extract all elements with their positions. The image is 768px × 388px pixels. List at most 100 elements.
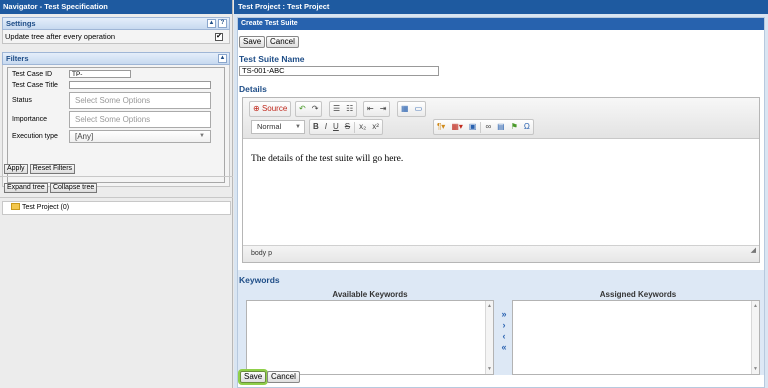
anchor-icon[interactable]: ⚑ [508, 120, 521, 134]
execution-type-label: Execution type [12, 133, 58, 140]
navigator-title: Navigator - Test Specification [0, 0, 232, 14]
indent-group: ⇤ ⇥ [363, 101, 391, 117]
status-multiselect[interactable]: Select Some Options [69, 92, 211, 109]
scroll-down-icon[interactable]: ▼ [753, 366, 758, 372]
create-test-suite-panel: Create Test Suite Save Cancel Test Suite… [237, 17, 765, 388]
keywords-section: Keywords Available Keywords Assigned Key… [238, 270, 764, 375]
work-title: Test Project : Test Project [234, 0, 768, 14]
editor-path[interactable]: body p [251, 250, 272, 257]
source-button[interactable]: ⊕ Source [250, 102, 290, 116]
maximize-icon[interactable]: ▭ [412, 102, 426, 116]
subscript-icon[interactable]: x₂ [356, 120, 369, 134]
importance-label: Importance [12, 116, 48, 123]
expand-tree-button[interactable]: Expand tree [4, 183, 48, 193]
strikethrough-icon[interactable]: S [342, 120, 353, 134]
source-group: ⊕ Source [249, 101, 292, 117]
cancel-button-top[interactable]: Cancel [266, 36, 299, 48]
unlink-icon[interactable]: ▤ [494, 120, 508, 134]
editor-content[interactable]: The details of the test suite will go he… [251, 154, 403, 164]
available-keywords-title: Available Keywords [332, 290, 408, 299]
test-case-title-input[interactable] [69, 81, 211, 89]
underline-icon[interactable]: U [330, 120, 342, 134]
table-icon[interactable]: ▦ [398, 102, 412, 116]
divider [0, 176, 233, 177]
work-pane: Test Project : Test Project Create Test … [234, 0, 768, 388]
chevron-down-icon: ▼ [199, 133, 205, 139]
text-color-icon[interactable]: ¶▾ [434, 120, 448, 134]
remove-all-icon[interactable]: « [499, 343, 509, 352]
assigned-keywords-title: Assigned Keywords [599, 290, 677, 299]
cancel-button-bottom[interactable]: Cancel [267, 371, 300, 383]
insert-group: ¶▾ ▦▾ ▣ ∞ ▤ ⚑ Ω [433, 119, 534, 135]
redo-icon[interactable]: ↷ [309, 102, 322, 116]
table-insert-icon[interactable]: ▦▾ [448, 120, 466, 134]
undo-icon[interactable]: ↶ [296, 102, 309, 116]
numbered-list-icon[interactable]: ☰ [330, 102, 343, 116]
test-spec-tree: Test Project (0) [2, 201, 231, 215]
resize-handle-icon[interactable]: ◢ [751, 243, 756, 259]
link-icon[interactable]: ∞ [482, 120, 494, 134]
assigned-keywords-list[interactable]: ▲ ▼ [512, 300, 760, 375]
outdent-icon[interactable]: ⇤ [364, 102, 377, 116]
format-value: Normal [257, 122, 282, 131]
collapse-tree-button[interactable]: Collapse tree [49, 183, 98, 193]
bulleted-list-icon[interactable]: ☷ [343, 102, 356, 116]
editor-path-bar: body p ◢ [243, 245, 759, 262]
indent-icon[interactable]: ⇥ [377, 102, 390, 116]
chevron-down-icon: ▼ [295, 124, 301, 130]
separator [354, 121, 356, 133]
italic-icon[interactable]: I [322, 120, 330, 134]
test-case-id-label: Test Case ID [12, 71, 53, 78]
special-char-icon[interactable]: Ω [521, 120, 533, 134]
list-group: ☰ ☷ [329, 101, 358, 117]
keywords-label: Keywords [239, 275, 280, 285]
status-label: Status [12, 97, 32, 104]
settings-collapse-icon[interactable]: ▲ [207, 19, 216, 28]
importance-multiselect[interactable]: Select Some Options [69, 111, 211, 128]
style-group: B I U S x₂ x² [309, 119, 383, 135]
divider [0, 197, 233, 198]
update-tree-label: Update tree after every operation [5, 32, 116, 41]
test-case-title-label: Test Case Title [12, 82, 58, 89]
execution-type-select[interactable]: [Any] ▼ [69, 130, 211, 143]
update-tree-checkbox[interactable]: ✔ [215, 33, 223, 41]
available-keywords-list[interactable]: ▲ ▼ [246, 300, 494, 375]
settings-help-icon[interactable]: ? [218, 19, 227, 28]
reset-filters-button[interactable]: Reset Filters [29, 164, 76, 174]
bold-icon[interactable]: B [310, 120, 322, 134]
scrollbar[interactable]: ▲ ▼ [751, 301, 759, 374]
details-editor[interactable]: ⊕ Source ↶ ↷ ☰ ☷ ⇤ ⇥ ▦ ▭ Normal ▼ B I U … [242, 97, 760, 263]
test-suite-name-input[interactable]: TS-001-ABC [239, 66, 439, 76]
scroll-up-icon[interactable]: ▲ [753, 303, 758, 309]
update-tree-setting: Update tree after every operation ✔ [3, 31, 229, 43]
test-suite-name-label: Test Suite Name [239, 54, 305, 64]
undo-redo-group: ↶ ↷ [295, 101, 323, 117]
scrollbar[interactable]: ▲ ▼ [485, 301, 493, 374]
remove-selected-icon[interactable]: ‹ [499, 332, 509, 341]
misc-group: ▦ ▭ [397, 101, 427, 117]
tree-node-label: Test Project (0) [22, 204, 70, 211]
navigator-pane: Navigator - Test Specification Settings … [0, 0, 233, 388]
editor-toolbar: ⊕ Source ↶ ↷ ☰ ☷ ⇤ ⇥ ▦ ▭ Normal ▼ B I U … [243, 98, 759, 139]
apply-filters-button[interactable]: Apply [4, 164, 28, 174]
filters-header[interactable]: Filters ▲ [2, 52, 230, 65]
panel-header: Create Test Suite [238, 18, 764, 30]
add-all-icon[interactable]: » [499, 310, 509, 319]
scroll-up-icon[interactable]: ▲ [487, 303, 492, 309]
source-label: Source [261, 104, 288, 113]
image-icon[interactable]: ▣ [466, 120, 480, 134]
format-select[interactable]: Normal ▼ [251, 120, 305, 134]
filters-collapse-icon[interactable]: ▲ [218, 54, 227, 63]
execution-type-value: [Any] [75, 132, 94, 141]
add-selected-icon[interactable]: › [499, 321, 509, 330]
folder-icon [11, 203, 20, 210]
tree-node-root[interactable]: Test Project (0) [11, 203, 70, 211]
settings-header[interactable]: Settings ▲ ? [2, 17, 230, 30]
separator [480, 121, 482, 133]
scroll-down-icon[interactable]: ▼ [487, 366, 492, 372]
test-case-id-input[interactable]: TP- [69, 70, 131, 78]
superscript-icon[interactable]: x² [369, 120, 382, 134]
save-button-top[interactable]: Save [239, 36, 266, 48]
settings-title: Settings [6, 19, 36, 28]
save-button-bottom[interactable]: Save [240, 371, 267, 383]
